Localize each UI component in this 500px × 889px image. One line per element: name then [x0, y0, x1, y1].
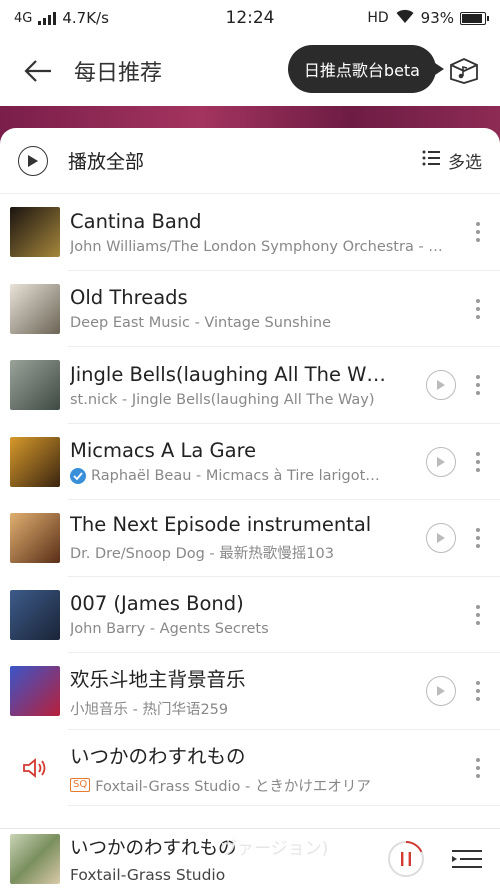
battery-icon [460, 11, 489, 25]
battery-percent: 93% [420, 9, 454, 27]
play-all-row[interactable]: 播放全部 多选 [0, 128, 500, 194]
song-list-card: 播放全部 多选 Cantina Band John Williams/The L… [0, 128, 500, 828]
player-song-title: いつかのわすれもの [70, 838, 237, 859]
song-text: Old Threads Deep East Music - Vintage Su… [70, 286, 456, 331]
more-options-icon[interactable] [456, 375, 500, 396]
song-artist-album: Dr. Dre/Snoop Dog - 最新热歌慢摇103 [70, 546, 334, 563]
more-options-icon[interactable] [456, 451, 500, 472]
song-cover-image [10, 207, 60, 258]
sq-quality-badge: SQ [70, 778, 91, 793]
mv-play-icon[interactable] [426, 370, 456, 401]
player-album-cover[interactable] [10, 834, 60, 884]
song-cover-image [10, 666, 60, 717]
pause-button[interactable] [386, 839, 426, 879]
song-row[interactable]: Old Threads Deep East Music - Vintage Su… [0, 271, 500, 348]
song-row[interactable]: Micmacs A La Gare Raphaël Beau - Micmacs… [0, 424, 500, 501]
now-playing-speaker-icon [10, 743, 60, 793]
playlist-icon[interactable] [450, 842, 484, 876]
song-artist-album: Raphaël Beau - Micmacs à Tire larigot… [91, 468, 380, 485]
verified-check-icon [70, 468, 86, 485]
daily-request-beta-bubble[interactable]: 日推点歌台beta [287, 45, 445, 93]
song-artist-album: 小旭音乐 - 热门华语259 [70, 702, 229, 719]
status-right: HD 93% [367, 8, 489, 28]
song-subtitle: 小旭音乐 - 热门华语259 [70, 698, 420, 719]
page-title: 每日推荐 [74, 61, 163, 86]
play-all-icon[interactable] [18, 145, 48, 176]
song-row[interactable]: Cantina Band John Williams/The London Sy… [0, 194, 500, 271]
song-subtitle: Raphaël Beau - Micmacs à Tire larigot… [70, 468, 420, 485]
header: 每日推荐 日推点歌台beta [0, 36, 500, 106]
song-row[interactable]: Jingle Bells(laughing All The W… st.nick… [0, 347, 500, 424]
song-list: Cantina Band John Williams/The London Sy… [0, 194, 500, 806]
song-artist-album: John Williams/The London Symphony Orches… [70, 238, 443, 255]
song-text: いつかのわすれもの SQ Foxtail-Grass Studio - ときかけエ… [70, 740, 456, 796]
song-subtitle: SQ Foxtail-Grass Studio - ときかけエオリア [70, 775, 456, 796]
multi-select-label: 多选 [448, 153, 482, 173]
more-options-icon[interactable] [456, 528, 500, 549]
more-options-icon[interactable] [456, 604, 500, 625]
song-subtitle: st.nick - Jingle Bells(laughing All The … [70, 392, 420, 408]
song-cover-image [10, 283, 60, 334]
song-subtitle: Dr. Dre/Snoop Dog - 最新热歌慢摇103 [70, 542, 420, 563]
wifi-icon [395, 8, 415, 28]
song-text: 欢乐斗地主背景音乐 小旭音乐 - 热门华语259 [70, 663, 420, 719]
song-text: The Next Episode instrumental Dr. Dre/Sn… [70, 513, 420, 563]
song-cover-image [10, 360, 60, 411]
song-artist-album: John Barry - Agents Secrets [70, 621, 269, 638]
song-title: Cantina Band [70, 209, 202, 233]
multi-select-button[interactable]: 多选 [422, 148, 482, 173]
song-row[interactable]: 007 (James Bond) John Barry - Agents Sec… [0, 577, 500, 654]
song-title: Micmacs A La Gare [70, 439, 257, 463]
more-options-icon[interactable] [456, 681, 500, 702]
song-row[interactable]: The Next Episode instrumental Dr. Dre/Sn… [0, 500, 500, 577]
back-arrow-icon[interactable] [18, 51, 58, 91]
status-bar: 4G 4.7K/s 12:24 HD 93% [0, 0, 500, 36]
list-icon [422, 150, 440, 171]
song-row[interactable]: 欢乐斗地主背景音乐 小旭音乐 - 热门华语259 [0, 653, 500, 730]
song-row[interactable]: いつかのわすれもの SQ Foxtail-Grass Studio - ときかけエ… [0, 730, 500, 807]
song-artist-album: Foxtail-Grass Studio - ときかけエオリア [95, 778, 371, 795]
more-options-icon[interactable] [456, 222, 500, 243]
song-title: Jingle Bells(laughing All The W… [70, 362, 386, 386]
song-title: The Next Episode instrumental [70, 513, 372, 537]
more-options-icon[interactable] [456, 757, 500, 778]
signal-icon [38, 11, 57, 25]
song-cover-image [10, 436, 60, 487]
status-left: 4G 4.7K/s [14, 9, 109, 27]
player-info[interactable]: いつかのわすれもの Foxtail-Grass Studio ヴァージョン) [70, 834, 386, 884]
mv-play-icon[interactable] [426, 676, 456, 707]
song-text: Cantina Band John Williams/The London Sy… [70, 210, 456, 255]
play-all-label[interactable]: 播放全部 [68, 147, 144, 174]
mv-play-icon[interactable] [426, 446, 456, 477]
song-cover-image [10, 589, 60, 640]
song-artist-album: st.nick - Jingle Bells(laughing All The … [70, 391, 375, 408]
song-title: 007 (James Bond) [70, 592, 244, 616]
song-title: いつかのわすれもの [70, 744, 246, 768]
player-artist: Foxtail-Grass Studio [70, 866, 226, 884]
song-subtitle: John Williams/The London Symphony Orches… [70, 239, 456, 255]
mini-player[interactable]: いつかのわすれもの Foxtail-Grass Studio ヴァージョン) [0, 828, 500, 889]
song-subtitle: Deep East Music - Vintage Sunshine [70, 315, 456, 331]
song-artist-album: Deep East Music - Vintage Sunshine [70, 315, 332, 332]
mv-play-icon[interactable] [426, 523, 456, 554]
song-cover-image [10, 513, 60, 564]
more-options-icon[interactable] [456, 298, 500, 319]
network-type: 4G [14, 10, 33, 26]
music-box-icon[interactable] [446, 52, 482, 88]
network-speed: 4.7K/s [62, 9, 109, 27]
song-text: 007 (James Bond) John Barry - Agents Sec… [70, 592, 456, 637]
song-text: Micmacs A La Gare Raphaël Beau - Micmacs… [70, 439, 420, 485]
song-subtitle: John Barry - Agents Secrets [70, 621, 456, 637]
hd-indicator: HD [367, 10, 389, 26]
song-title: 欢乐斗地主背景音乐 [70, 668, 246, 692]
song-title: Old Threads [70, 286, 188, 310]
song-text: Jingle Bells(laughing All The W… st.nick… [70, 363, 420, 408]
